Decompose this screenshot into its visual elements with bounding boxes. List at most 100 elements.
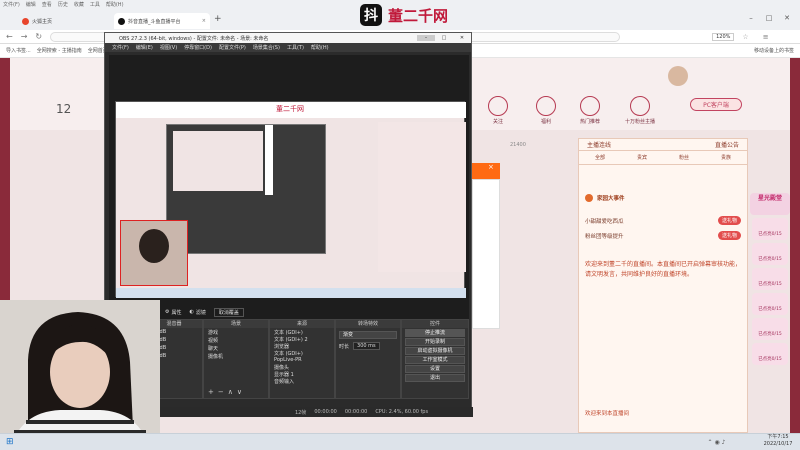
- tab-home[interactable]: 火狐主页: [18, 13, 110, 29]
- start-recording-button[interactable]: 开始录制: [405, 338, 465, 346]
- obs-preview[interactable]: 董二千网: [109, 55, 469, 321]
- obs-menu-file[interactable]: 文件(F): [112, 44, 129, 51]
- hot-icon[interactable]: [580, 96, 600, 116]
- forward-icon[interactable]: →: [21, 32, 28, 41]
- promo-item[interactable]: 已点亮0/15: [752, 268, 788, 290]
- subtab-all[interactable]: 全部: [579, 154, 621, 161]
- stop-stream-button[interactable]: 停止推流: [405, 329, 465, 337]
- obs-menu-docks[interactable]: 停靠窗口(D): [184, 44, 212, 51]
- clock[interactable]: 下午7:15 2022/10/17: [756, 434, 800, 450]
- scene-item[interactable]: 摄像机: [204, 352, 268, 360]
- up-icon[interactable]: ∧: [228, 388, 233, 396]
- source-item[interactable]: 音频输入: [270, 377, 334, 385]
- reload-icon[interactable]: ↻: [35, 32, 42, 41]
- transition-select[interactable]: 渐变: [339, 331, 397, 339]
- filters-button[interactable]: 滤镜: [196, 309, 206, 316]
- chat-row-chip[interactable]: 送礼物: [717, 231, 741, 240]
- menu-bookmarks[interactable]: 收藏: [74, 1, 84, 8]
- promo-item[interactable]: 已点亮0/15: [752, 318, 788, 340]
- source-item[interactable]: 摄像头: [270, 363, 334, 371]
- obs-menu-profile[interactable]: 配置文件(P): [219, 44, 246, 51]
- source-item[interactable]: 文本 (GDI+) 2: [270, 335, 334, 343]
- promo-item[interactable]: 已点亮0/15: [752, 218, 788, 240]
- popup-header[interactable]: ×: [472, 163, 500, 179]
- close-icon[interactable]: ×: [202, 18, 206, 24]
- bookmark-mobile[interactable]: 移动设备上的书签: [754, 47, 794, 54]
- subtab-fans[interactable]: 粉丝: [663, 154, 705, 161]
- preview-brand: 董二千网: [276, 105, 304, 113]
- source-item[interactable]: 浏览器: [270, 342, 334, 350]
- avatar[interactable]: [668, 66, 688, 86]
- zoom-level[interactable]: 120%: [712, 32, 735, 41]
- menu-icon[interactable]: ≡: [763, 33, 769, 41]
- tray-icons[interactable]: ⌃ ◉ ♪: [708, 439, 726, 446]
- source-item[interactable]: 文本 (GDI+): [270, 328, 334, 336]
- bookmark-search[interactable]: 全网搜索 - 主播指南: [37, 47, 82, 54]
- menu-view[interactable]: 查看: [42, 1, 52, 8]
- chat-header: 主播连线 直播公告: [579, 139, 747, 151]
- tab-live[interactable]: 抖音直播_斗鱼直播平台 ×: [114, 13, 210, 29]
- new-tab-button[interactable]: +: [214, 14, 222, 24]
- menu-file[interactable]: 文件(F): [3, 1, 20, 8]
- exit-button[interactable]: 退出: [405, 374, 465, 382]
- obs-statusbar: 12帧 00:00:00 00:00:00 CPU: 2.4%, 60.00 f…: [105, 407, 473, 417]
- maximize-icon[interactable]: □: [435, 35, 453, 41]
- chat-row-chip[interactable]: 送礼物: [717, 216, 741, 225]
- promo-title[interactable]: 星光殿堂: [750, 193, 790, 215]
- windows-start-icon[interactable]: ⊞: [6, 437, 14, 447]
- menu-tools[interactable]: 工具: [90, 1, 100, 8]
- obs-menu-help[interactable]: 帮助(H): [311, 44, 329, 51]
- promo-item[interactable]: 已点亮0/15: [752, 243, 788, 265]
- settings-button[interactable]: 设置: [405, 365, 465, 373]
- back-icon[interactable]: ←: [6, 32, 13, 41]
- virtual-camera-button[interactable]: 启动虚拟摄像机: [405, 347, 465, 355]
- close-icon[interactable]: ×: [488, 163, 494, 171]
- subtab-vip[interactable]: 贵宾: [621, 154, 663, 161]
- maximize-icon[interactable]: □: [760, 14, 778, 24]
- subtab-noble[interactable]: 贵族: [705, 154, 747, 161]
- douyin-icon: [118, 17, 125, 25]
- promo-item[interactable]: 已点亮0/15: [752, 293, 788, 315]
- obs-menu-edit[interactable]: 编辑(E): [136, 44, 153, 51]
- close-window-icon[interactable]: ✕: [778, 14, 796, 24]
- scene-item[interactable]: 视频: [204, 336, 268, 344]
- pc-client-button[interactable]: PC客户端: [690, 98, 742, 111]
- menu-history[interactable]: 历史: [58, 1, 68, 8]
- gift-icon[interactable]: [536, 96, 556, 116]
- duration-input[interactable]: 300 ms: [353, 342, 380, 350]
- preview-webcam-selected[interactable]: [120, 220, 188, 286]
- down-icon[interactable]: ∨: [237, 388, 242, 396]
- minimize-icon[interactable]: –: [742, 14, 760, 24]
- menu-edit[interactable]: 编辑: [26, 1, 36, 8]
- preview-capture: 董二千网: [115, 101, 466, 298]
- obs-menu-scene-collection[interactable]: 场景集合(S): [253, 44, 280, 51]
- preview-nested-obs: [166, 124, 326, 254]
- source-item[interactable]: 显示器 1: [270, 370, 334, 378]
- source-item[interactable]: PopLive-PR: [270, 356, 334, 363]
- star-icon[interactable]: ☆: [742, 33, 748, 41]
- studio-mode-button[interactable]: 工作室模式: [405, 356, 465, 364]
- tab-notice[interactable]: 直播公告: [715, 140, 739, 149]
- remove-icon[interactable]: −: [218, 388, 224, 396]
- scene-item[interactable]: 聊天: [204, 344, 268, 352]
- clock-date: 2022/10/17: [763, 441, 793, 447]
- menu-help[interactable]: 帮助(H): [106, 1, 124, 8]
- close-icon[interactable]: ✕: [453, 35, 471, 41]
- deactivate-button[interactable]: 取消覆盖: [213, 307, 244, 317]
- properties-button[interactable]: 属性: [171, 309, 181, 316]
- tab-anchor-link[interactable]: 主播连线: [587, 140, 611, 149]
- obs-menu-view[interactable]: 视图(V): [160, 44, 177, 51]
- star-anchor-icon[interactable]: [630, 96, 650, 116]
- add-icon[interactable]: +: [208, 388, 214, 396]
- scene-item[interactable]: 游戏: [204, 328, 268, 336]
- bookmark-import[interactable]: 导入书签...: [6, 47, 31, 54]
- obs-menu-tools[interactable]: 工具(T): [287, 44, 304, 51]
- status-live: 00:00:00: [314, 409, 337, 415]
- promo-item[interactable]: 已点亮0/15: [752, 343, 788, 365]
- event-title: 家园大事件: [597, 196, 625, 202]
- follow-icon[interactable]: [488, 96, 508, 116]
- source-item[interactable]: 文本 (GDI+): [270, 349, 334, 357]
- chat-notice: 欢迎来到董二千的直播间。本直播间已开启弹幕审核功能，请文明发言，共同维护良好的直…: [585, 261, 742, 278]
- minimize-icon[interactable]: –: [417, 35, 435, 41]
- chat-bottom: 欢迎来到本直播间: [585, 411, 630, 417]
